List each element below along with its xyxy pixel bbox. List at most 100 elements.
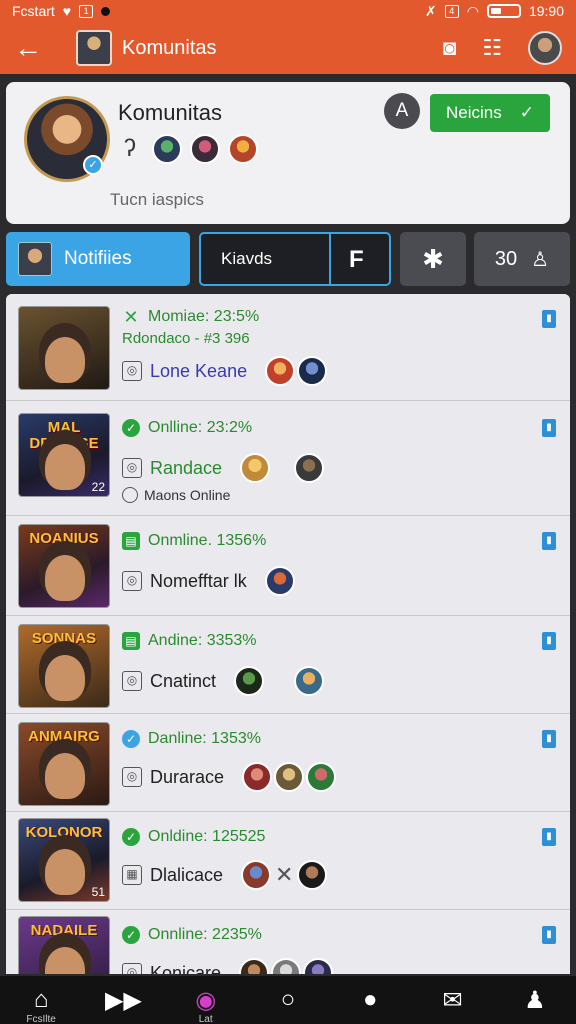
online-status: ▤ Onmline. 1356%	[122, 532, 266, 550]
list-item[interactable]: ✕ Momiae: 23:5% Rdondaco - #3 396 ◎ Lone…	[6, 294, 570, 401]
bookmark-icon[interactable]: ▮	[542, 532, 556, 550]
game-thumbnail[interactable]: ANMAIRG	[18, 722, 110, 806]
nav-mail[interactable]: ✉	[423, 986, 483, 1015]
nav-home[interactable]: ⌂ FcsIlte	[11, 986, 71, 1024]
online-status: ✕ Momiae: 23:5%	[123, 307, 260, 327]
member-avatar[interactable]	[240, 453, 271, 483]
online-status: ▤ Andine: 3353%	[122, 632, 257, 650]
clock-icon	[122, 487, 138, 503]
nav-profile[interactable]: ♟	[505, 986, 565, 1015]
member-avatar[interactable]	[297, 356, 328, 386]
online-status: ✓ Danline: 1353%	[122, 730, 261, 748]
member-avatar[interactable]	[241, 860, 272, 890]
wifi-icon: ◠	[466, 2, 479, 19]
status-time: 19:90	[528, 3, 564, 19]
nav-forward[interactable]: ▶▶	[93, 986, 153, 1015]
check-circle-icon: ✓	[122, 926, 140, 944]
tab-notifications[interactable]: Notifiies	[6, 232, 190, 286]
user-avatar[interactable]	[528, 31, 562, 65]
member-avatar[interactable]	[152, 134, 182, 164]
member-avatar[interactable]	[264, 566, 295, 596]
menu-grid-icon[interactable]: ☷	[482, 35, 502, 61]
search-field[interactable]: Kiavds F	[199, 232, 391, 286]
bookmark-icon[interactable]: ▮	[542, 310, 556, 328]
member-avatar[interactable]	[297, 860, 328, 890]
member-avatar[interactable]	[234, 666, 265, 696]
join-label: Neicins	[446, 103, 502, 122]
settings-tab[interactable]: ✱	[400, 232, 466, 286]
game-thumbnail[interactable]: SONNAS	[18, 624, 110, 708]
list-item[interactable]: SONNAS ▤ Andine: 3353% ◎ Cnatinct ▮	[6, 616, 570, 714]
person-icon: ♙	[531, 248, 550, 271]
row-name: ◎ Nomefftar lk	[122, 566, 295, 596]
back-arrow-icon[interactable]: ←	[14, 32, 50, 64]
dot-icon	[101, 6, 111, 16]
check-circle-icon: ✓	[122, 419, 140, 437]
nav-active[interactable]: ◉ Lat	[176, 986, 236, 1024]
nav-active-label: Lat	[198, 1013, 213, 1024]
member-avatar[interactable]	[271, 958, 302, 974]
tab-bar: Notifiies Kiavds F ✱ 30 ♙	[6, 232, 570, 288]
bookmark-icon[interactable]: ▮	[542, 632, 556, 650]
list-item[interactable]: ANMAIRG ✓ Danline: 1353% ◎ Durarace ▮	[6, 714, 570, 812]
list-item[interactable]: KOLONOR 51 ✓ Onldine: 125525 ▦ Dlalicace…	[6, 812, 570, 910]
cross-icon: ✕	[275, 862, 294, 887]
community-subtitle: Tucn iaspics	[110, 190, 204, 209]
join-button[interactable]: Neicins ✓	[430, 94, 550, 132]
online-status: ✓ Onnline: 2235%	[122, 926, 262, 944]
online-status: ✓ Onlline: 23:2%	[122, 419, 252, 437]
search-icon: ○	[280, 986, 296, 1013]
hook-icon: ʔ	[124, 135, 136, 162]
member-count: 30	[494, 247, 518, 270]
profile-icon: ◎	[122, 361, 142, 381]
members-tab[interactable]: 30 ♙	[474, 232, 570, 286]
bookmark-icon[interactable]: ▮	[542, 730, 556, 748]
search-text: Kiavds	[221, 249, 273, 268]
a-badge-button[interactable]: A	[384, 93, 420, 129]
list-item[interactable]: MAL DREIILSE 22 ✓ Onlline: 23:2% ◎ Randa…	[6, 401, 570, 516]
profile-icon: ◎	[122, 767, 142, 787]
fast-forward-icon: ▶▶	[104, 986, 142, 1014]
row-name: ◎ Konicare	[122, 958, 334, 974]
nav-chat[interactable]: ●	[340, 986, 400, 1014]
community-logo	[76, 30, 112, 66]
member-avatar[interactable]	[190, 134, 220, 164]
member-avatar[interactable]	[265, 356, 296, 386]
chat-bubble-icon: ●	[363, 986, 378, 1013]
bookmark-icon[interactable]: ▮	[542, 419, 556, 437]
profile-icon: ◎	[122, 458, 142, 478]
game-thumbnail[interactable]: KOLONOR 51	[18, 818, 110, 902]
battery-icon	[486, 4, 521, 18]
square-icon: ▤	[122, 532, 140, 550]
game-thumbnail[interactable]	[18, 306, 110, 390]
member-avatar[interactable]	[303, 958, 334, 974]
row-name: ◎ Durarace	[122, 762, 337, 792]
game-thumbnail[interactable]: NADAILE	[18, 916, 110, 974]
bookmark-icon[interactable]: ▮	[542, 926, 556, 944]
check-circle-icon: ✓	[122, 730, 140, 748]
member-avatar[interactable]	[239, 958, 270, 974]
member-avatar[interactable]	[274, 762, 305, 792]
list-item[interactable]: NOANIUS ▤ Onmline. 1356% ◎ Nomefftar lk …	[6, 516, 570, 616]
check-circle-icon: ✓	[122, 828, 140, 846]
bluetooth-icon: ✗	[425, 2, 437, 19]
grid-icon: ▦	[122, 865, 142, 885]
game-thumbnail[interactable]: NOANIUS	[18, 524, 110, 608]
filter-icon[interactable]: F	[349, 246, 364, 274]
member-avatar[interactable]	[228, 134, 258, 164]
member-avatar[interactable]	[306, 762, 337, 792]
row-name: ◎ Randace	[122, 453, 325, 483]
list-item[interactable]: NADAILE ✓ Onnline: 2235% ◎ Konicare ▮	[6, 910, 570, 974]
member-avatar[interactable]	[242, 762, 273, 792]
game-thumbnail[interactable]: MAL DREIILSE 22	[18, 413, 110, 497]
member-avatar[interactable]	[294, 453, 325, 483]
bookmark-icon[interactable]: ▮	[542, 828, 556, 846]
feed-list[interactable]: ✕ Momiae: 23:5% Rdondaco - #3 396 ◎ Lone…	[6, 294, 570, 974]
member-avatar[interactable]	[294, 666, 325, 696]
status-app-text: Fcstart	[12, 3, 55, 19]
camera-icon[interactable]: ◙	[443, 35, 456, 61]
person-icon: ♟	[524, 986, 546, 1014]
nav-search[interactable]: ○	[258, 986, 318, 1014]
online-count: Maons Online	[122, 487, 230, 503]
app-bar: ← Komunitas ◙ ☷	[0, 22, 576, 74]
